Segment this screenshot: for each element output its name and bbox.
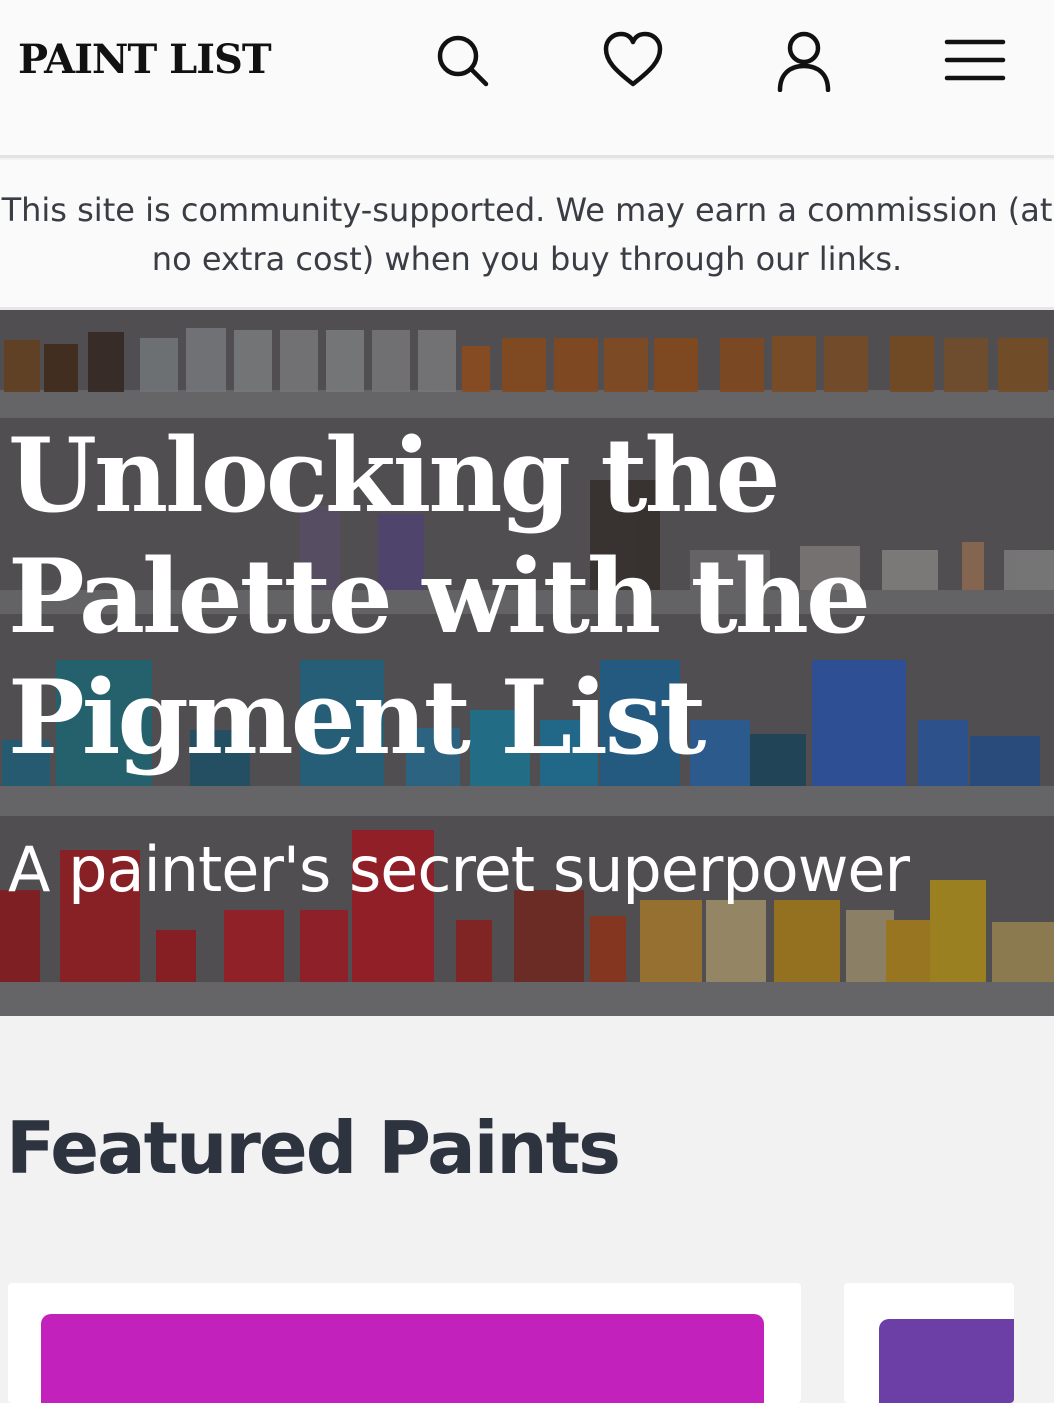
disclosure-text: This site is community-supported. We may…	[1, 191, 1053, 278]
user-icon[interactable]	[768, 24, 840, 96]
site-logo[interactable]: PAINT LIST	[18, 36, 272, 83]
hero-title: Unlocking the Palette with the Pigment L…	[8, 416, 871, 778]
heart-icon[interactable]	[597, 24, 669, 96]
paint-swatch	[41, 1314, 764, 1403]
site-header: PAINT LIST	[0, 0, 1054, 158]
featured-paints-heading: Featured Paints	[6, 1106, 621, 1190]
menu-icon[interactable]	[939, 24, 1011, 96]
hero-subtitle: A painter's secret superpower	[8, 833, 910, 906]
featured-paint-card[interactable]	[844, 1283, 1014, 1403]
affiliate-disclosure-banner: This site is community-supported. We may…	[0, 160, 1054, 310]
featured-paint-card[interactable]	[8, 1283, 801, 1403]
paint-swatch	[879, 1319, 1014, 1403]
search-icon[interactable]	[426, 24, 498, 96]
hero-banner: Unlocking the Palette with the Pigment L…	[0, 310, 1054, 1016]
